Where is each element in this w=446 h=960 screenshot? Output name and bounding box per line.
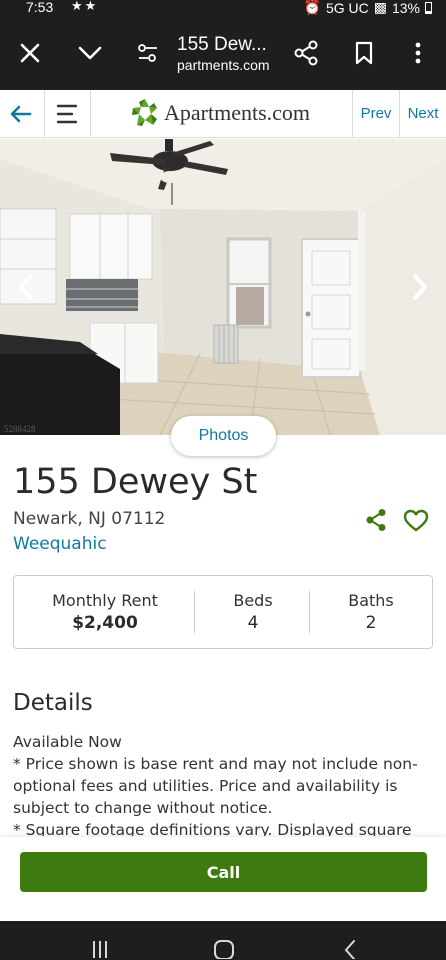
battery-label: 13% [391, 0, 420, 16]
more-options-button[interactable] [400, 16, 436, 90]
home-button[interactable] [204, 935, 244, 960]
baths-value: 2 [365, 613, 377, 633]
browser-share-button[interactable] [286, 16, 326, 90]
system-nav-bar [0, 921, 446, 960]
share-listing-button[interactable] [362, 506, 390, 534]
home-icon [214, 939, 234, 959]
tune-icon [138, 44, 157, 62]
brand-name: Apartments.com [164, 100, 311, 125]
network-label: 5G UC [325, 0, 369, 16]
photo-next-button[interactable] [400, 267, 440, 307]
battery-icon [425, 1, 432, 14]
sqft-disclaimer: * Square footage definitions vary. Displ… [13, 821, 412, 836]
baths-stat: Baths 2 [310, 576, 432, 648]
bookmark-button[interactable] [346, 16, 382, 90]
availability-text: Available Now [13, 733, 122, 751]
menu-button[interactable] [46, 90, 88, 137]
price-disclaimer: * Price shown is base rent and may not i… [13, 755, 418, 817]
prev-listing-link[interactable]: Prev [353, 90, 399, 137]
brand-logo[interactable]: Apartments.com [130, 98, 310, 128]
page-title: 155 Dew... [177, 34, 267, 55]
beds-label: Beds [233, 591, 273, 610]
status-time: 7:53 [26, 0, 54, 15]
arrow-left-icon [10, 105, 32, 122]
share-icon [294, 40, 318, 66]
listing-neighborhood-link[interactable]: Weequahic [13, 534, 107, 554]
property-photo[interactable]: 5288428 [0, 139, 446, 435]
page-url: partments.com [177, 57, 270, 73]
favorite-button[interactable] [401, 506, 431, 536]
beds-value: 4 [247, 613, 259, 633]
more-vertical-icon [415, 42, 421, 64]
chevron-down-icon [78, 46, 102, 60]
page-settings-button[interactable] [130, 16, 166, 90]
header-divider [90, 90, 91, 137]
share-icon [366, 509, 386, 531]
alarm-icon: ⏰ [303, 0, 321, 15]
status-right: ⏰ 5G UC ▩ 13% [303, 0, 432, 16]
listing-address: 155 Dewey St [13, 462, 258, 502]
call-button[interactable]: Call [20, 852, 427, 892]
site-header: Apartments.com Prev Next [0, 90, 446, 138]
beds-stat: Beds 4 [196, 576, 310, 648]
back-button[interactable] [0, 90, 42, 137]
baths-label: Baths [348, 591, 394, 610]
photos-button[interactable]: Photos [171, 416, 276, 456]
chevron-right-icon [413, 274, 427, 300]
recent-apps-button[interactable] [80, 935, 120, 960]
rent-value: $2,400 [72, 613, 138, 633]
next-listing-link[interactable]: Next [400, 90, 446, 137]
heart-icon [403, 509, 429, 532]
system-back-button[interactable] [330, 935, 370, 960]
status-bar: 7:53 ★★ ⏰ 5G UC ▩ 13% [0, 0, 446, 16]
back-icon [344, 939, 355, 959]
minimize-button[interactable] [70, 16, 110, 90]
header-divider [44, 90, 45, 137]
listing-city: Newark, NJ 07112 [13, 509, 166, 529]
notification-icons: ★★ [71, 0, 99, 14]
close-tab-button[interactable] [10, 16, 50, 90]
photo-prev-button[interactable] [6, 267, 46, 307]
rent-summary-box: Monthly Rent $2,400 Beds 4 Baths 2 [13, 575, 433, 649]
recent-apps-icon [93, 940, 107, 958]
kitchen-photo-image [0, 139, 446, 435]
call-bar: Call [0, 837, 446, 921]
browser-toolbar: 155 Dew... partments.com [0, 16, 446, 90]
signal-icon: ▩ [373, 0, 387, 15]
apartments-logo-icon [132, 99, 157, 126]
stat-divider [194, 591, 195, 633]
bookmark-icon [355, 41, 373, 65]
rent-stat: Monthly Rent $2,400 [14, 576, 196, 648]
browser-title[interactable]: 155 Dew... partments.com [177, 34, 287, 73]
details-heading: Details [13, 690, 93, 716]
photo-watermark: 5288428 [4, 424, 36, 434]
rent-label: Monthly Rent [52, 591, 158, 610]
hamburger-icon [56, 104, 78, 123]
close-icon [20, 43, 40, 63]
chevron-left-icon [19, 274, 33, 300]
details-text: Available Now * Price shown is base rent… [13, 731, 433, 836]
